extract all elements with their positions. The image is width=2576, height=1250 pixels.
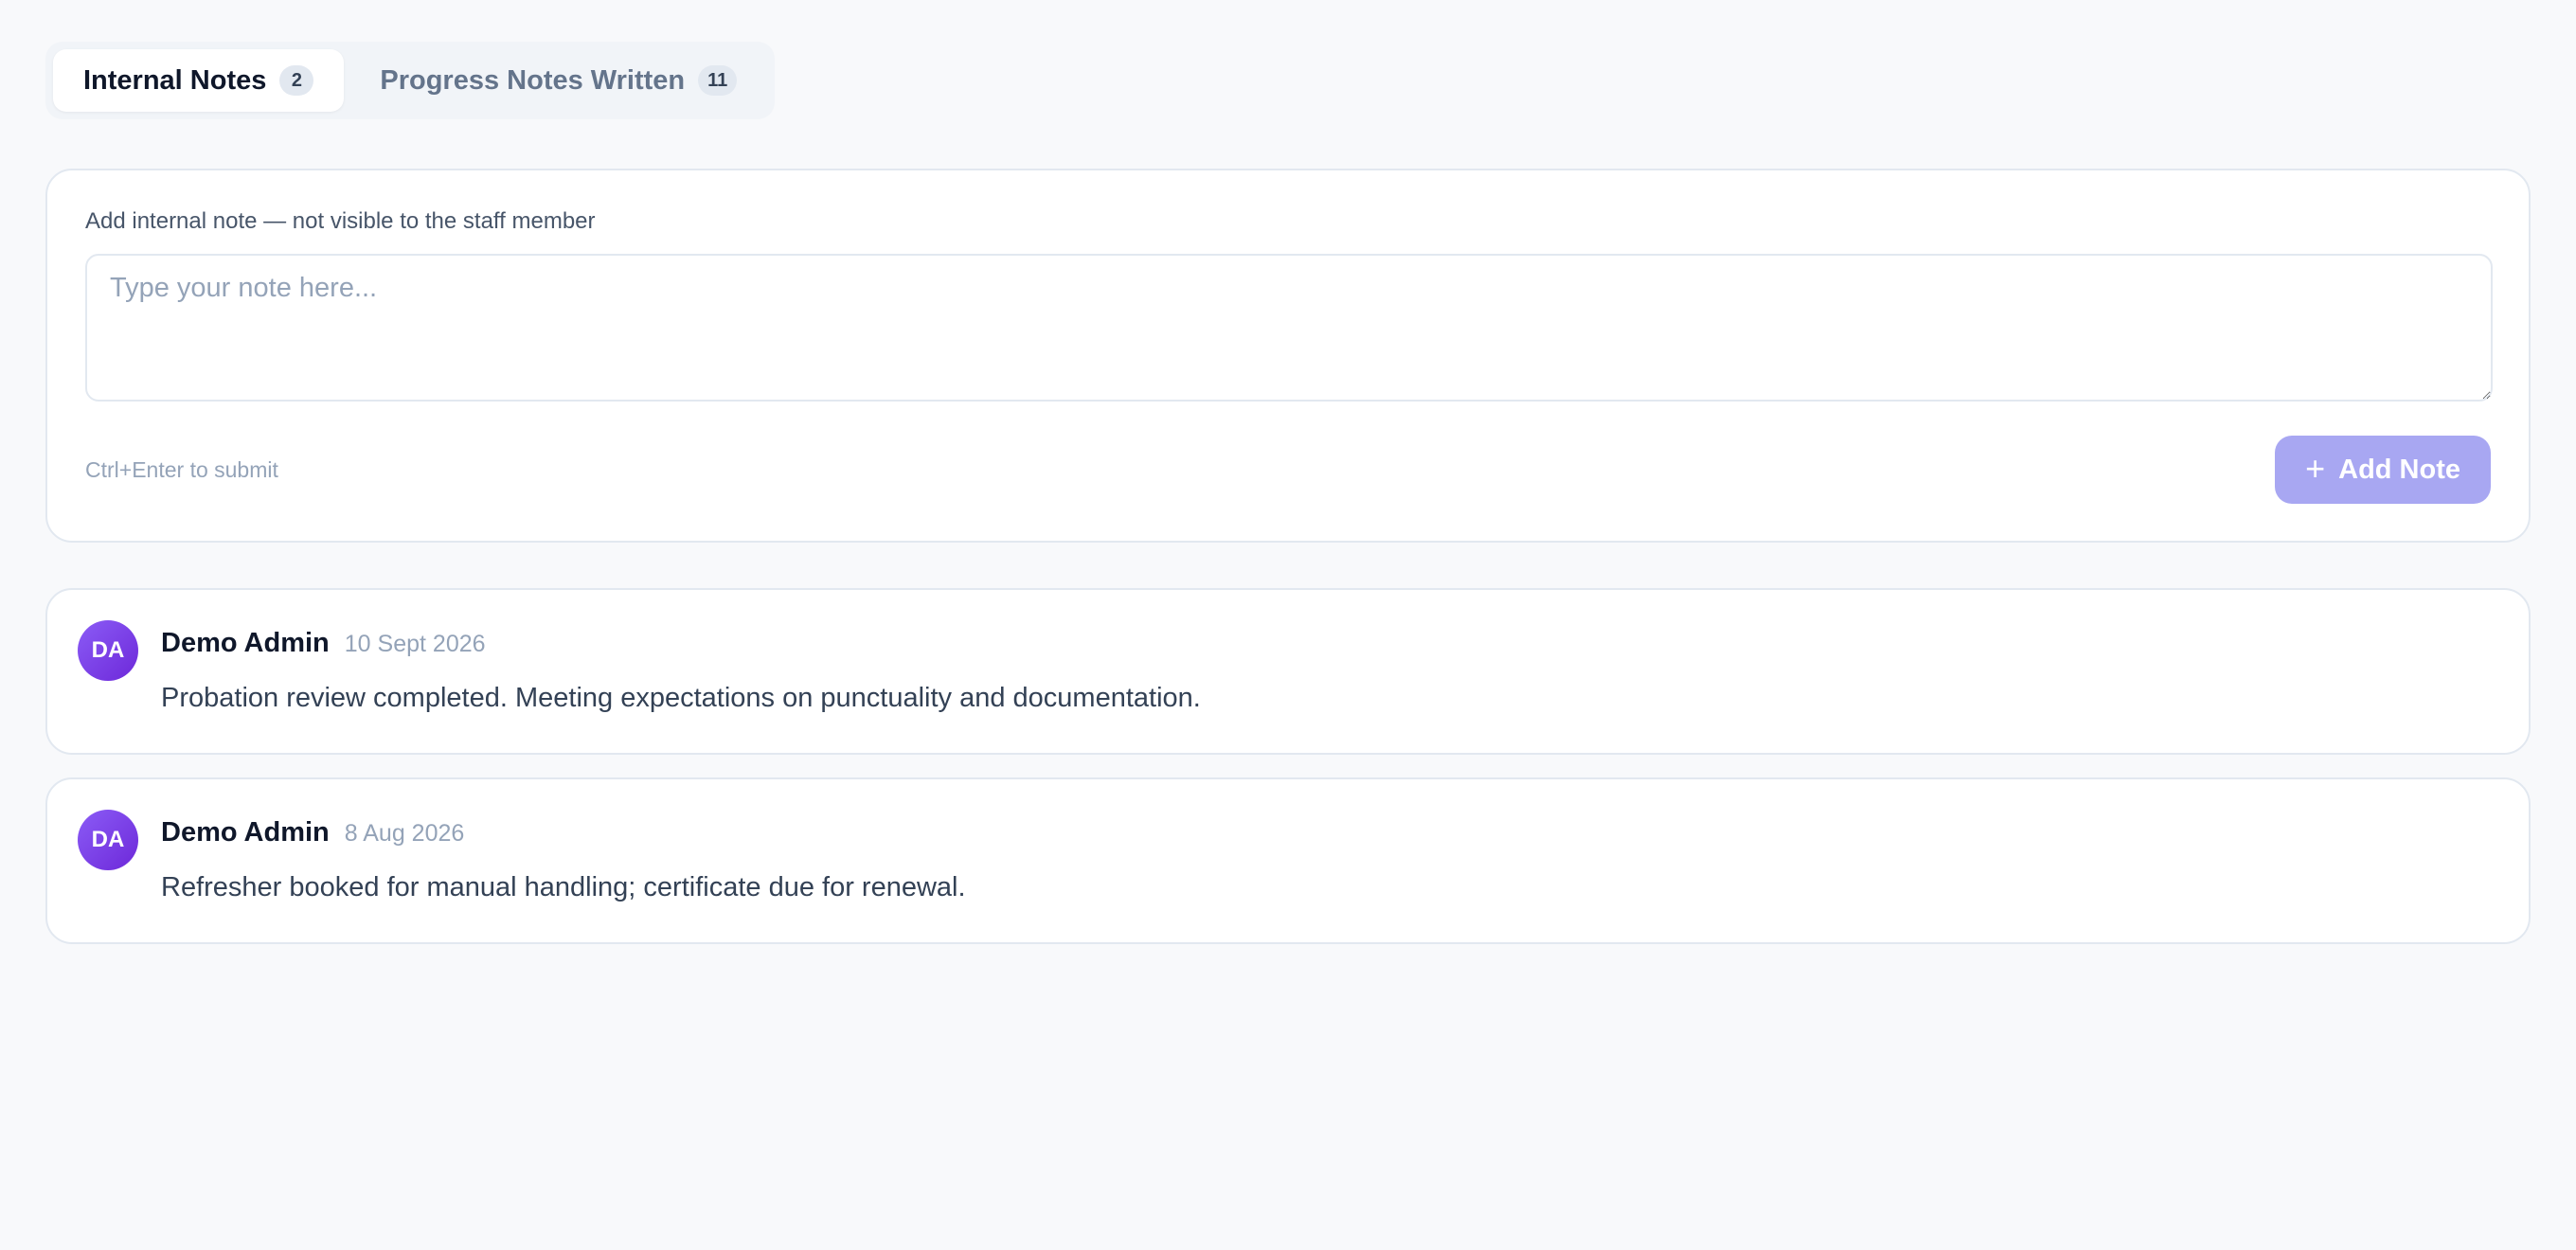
avatar: DA [78, 810, 138, 870]
note-textarea[interactable] [85, 254, 2493, 402]
note-item: DA Demo Admin 10 Sept 2026 Probation rev… [45, 588, 2531, 755]
note-author: Demo Admin [161, 628, 330, 658]
plus-icon: + [2305, 449, 2326, 488]
notes-page: Internal Notes 2 Progress Notes Written … [0, 0, 2576, 1250]
note-item: DA Demo Admin 8 Aug 2026 Refresher booke… [45, 777, 2531, 944]
add-note-button[interactable]: + Add Note [2275, 436, 2491, 504]
notes-list: DA Demo Admin 10 Sept 2026 Probation rev… [45, 588, 2531, 944]
tab-count-badge: 11 [698, 65, 738, 96]
notes-tabs: Internal Notes 2 Progress Notes Written … [45, 42, 776, 119]
note-text: Refresher booked for manual handling; ce… [161, 872, 966, 902]
note-date: 8 Aug 2026 [344, 820, 465, 847]
tab-label: Internal Notes [83, 64, 267, 96]
note-date: 10 Sept 2026 [344, 631, 486, 657]
tab-progress-notes-written[interactable]: Progress Notes Written 11 [349, 49, 767, 112]
composer-footer: Ctrl+Enter to submit + Add Note [85, 436, 2491, 504]
tab-internal-notes[interactable]: Internal Notes 2 [53, 49, 345, 112]
add-note-button-label: Add Note [2338, 454, 2460, 485]
avatar: DA [78, 620, 138, 681]
note-header: Demo Admin 8 Aug 2026 [161, 817, 464, 848]
composer-label: Add internal note — not visible to the s… [85, 208, 596, 234]
note-author: Demo Admin [161, 817, 330, 848]
submit-hint: Ctrl+Enter to submit [85, 456, 278, 482]
note-header: Demo Admin 10 Sept 2026 [161, 628, 486, 659]
note-text: Probation review completed. Meeting expe… [161, 683, 1201, 713]
tab-label: Progress Notes Written [380, 64, 686, 96]
tab-count-badge: 2 [279, 65, 314, 96]
add-note-card: Add internal note — not visible to the s… [45, 169, 2531, 543]
